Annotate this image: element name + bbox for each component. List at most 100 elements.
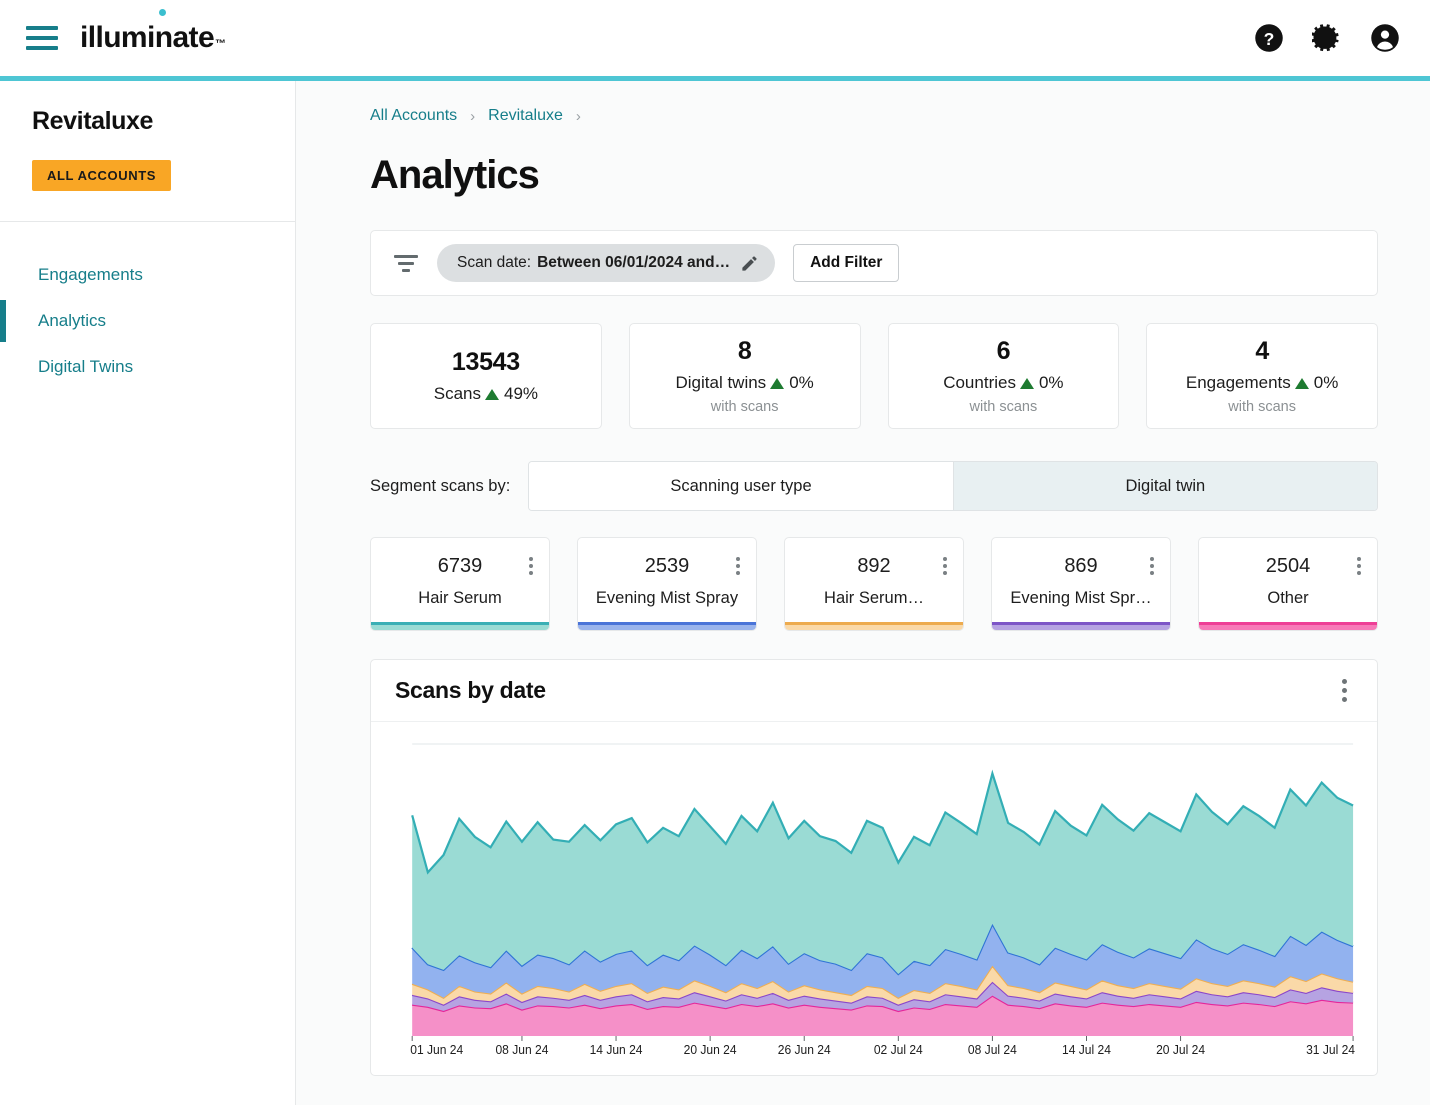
kebab-icon[interactable] [1357, 557, 1361, 575]
stat-label: Countries [943, 373, 1016, 392]
sidebar-item-analytics[interactable]: Analytics [0, 298, 295, 344]
scan-date-filter-chip[interactable]: Scan date: Between 06/01/2024 and… [437, 244, 776, 282]
sidebar-header: Revitaluxe ALL ACCOUNTS [0, 81, 295, 222]
top-bar-right: ? [1254, 23, 1400, 53]
main-content: All Accounts › Revitaluxe › Analytics Sc… [296, 81, 1430, 1105]
sidebar-item-digital-twins[interactable]: Digital Twins [0, 344, 295, 390]
x-axis-tick-label: 26 Jun 24 [778, 1043, 831, 1057]
product-label: Other [1267, 588, 1309, 607]
breadcrumb: All Accounts › Revitaluxe › [370, 107, 1378, 125]
page-title: Analytics [370, 153, 540, 197]
product-card[interactable]: 892 Hair Serum… [784, 537, 964, 631]
stat-sublabel: with scans [1228, 399, 1296, 415]
stat-card-engagements: 4 Engagements 0% with scans [1146, 323, 1378, 429]
product-label: Hair Serum [418, 588, 502, 607]
filter-chip-value: Between 06/01/2024 and… [537, 254, 731, 271]
logo-text: illuminate [80, 21, 215, 54]
stat-label: Scans [433, 384, 481, 403]
product-card-top: 6739 [371, 555, 549, 578]
hamburger-line [26, 26, 58, 30]
x-axis-tick-label: 02 Jul 24 [874, 1043, 923, 1057]
help-icon[interactable]: ? [1254, 23, 1284, 53]
breadcrumb-separator: › [470, 107, 476, 125]
stat-line: Countries 0% [943, 373, 1063, 393]
x-axis-tick-label: 31 Jul 24 [1306, 1043, 1355, 1057]
filter-line [398, 261, 414, 265]
stat-sublabel: with scans [969, 399, 1038, 415]
stat-card-countries: 6 Countries 0% with scans [887, 323, 1120, 429]
product-value: 6739 [437, 554, 483, 577]
panel-title: Scans by date [395, 677, 546, 703]
hamburger-menu-icon[interactable] [26, 25, 58, 51]
tab-scanning-user-type[interactable]: Scanning user type [529, 462, 953, 510]
scans-by-date-chart [389, 743, 1355, 1036]
product-card[interactable]: 869 Evening Mist Spr… [991, 537, 1171, 631]
breadcrumb-item-revitaluxe[interactable]: Revitaluxe [488, 107, 563, 125]
product-card[interactable]: 6739 Hair Serum [370, 537, 550, 631]
kebab-icon[interactable] [1336, 673, 1353, 708]
panel-header: Scans by date [371, 660, 1377, 722]
breadcrumb-item-all-accounts[interactable]: All Accounts [370, 107, 457, 125]
product-label: Hair Serum… [824, 588, 924, 607]
x-axis-tick-label: 20 Jul 24 [1156, 1043, 1205, 1057]
product-value: 2539 [644, 554, 690, 577]
chart-x-axis: 01 Jun 24 08 Jun 24 14 Jun 24 20 Jun 24 26 J… [410, 1036, 1355, 1057]
filter-bar: Scan date: Between 06/01/2024 and… Add F… [370, 230, 1378, 296]
product-card[interactable]: 2539 Evening Mist Spray [577, 537, 757, 631]
stat-delta: 49% [503, 384, 539, 403]
stat-value: 8 [737, 337, 752, 365]
all-accounts-badge[interactable]: ALL ACCOUNTS [32, 160, 172, 191]
stat-delta: 0% [1313, 373, 1339, 392]
product-color-bar [785, 622, 963, 630]
product-color-bar [578, 622, 756, 630]
product-card[interactable]: 2504 Other [1198, 537, 1378, 631]
top-bar: illuminate ™ ? [0, 0, 1430, 76]
segment-label: Segment scans by: [370, 476, 511, 495]
gear-icon[interactable] [1312, 23, 1342, 53]
stat-sublabel: with scans [710, 399, 779, 415]
pencil-icon[interactable] [740, 254, 759, 273]
filter-line [394, 254, 418, 258]
app-logo[interactable]: illuminate ™ [80, 9, 226, 55]
sidebar-item-label: Engagements [38, 265, 143, 284]
filter-line [402, 268, 410, 272]
kebab-icon[interactable] [943, 557, 947, 575]
trend-up-icon [770, 377, 785, 389]
stat-label: Engagements [1185, 373, 1291, 392]
product-cards: 6739 Hair Serum 2539 Evening Mist Spray [370, 537, 1378, 631]
stat-delta: 0% [789, 373, 814, 392]
product-label: Evening Mist Spr… [1010, 588, 1152, 607]
product-card-top: 2504 [1199, 555, 1377, 578]
x-axis-tick-label: 08 Jul 24 [968, 1043, 1017, 1057]
product-label: Evening Mist Spray [595, 588, 739, 607]
stat-card-scans: 13543 Scans 49% [370, 323, 602, 429]
hamburger-line [26, 36, 58, 40]
account-icon[interactable] [1370, 23, 1400, 53]
sidebar: Revitaluxe ALL ACCOUNTS Engagements Anal… [0, 81, 296, 1105]
stat-label: Digital twins [675, 373, 767, 392]
area-series [412, 773, 1354, 975]
stat-value: 4 [1255, 337, 1269, 365]
stat-line: Scans 49% [434, 384, 538, 404]
sidebar-item-engagements[interactable]: Engagements [0, 252, 295, 298]
add-filter-button[interactable]: Add Filter [793, 244, 900, 282]
sidebar-account-name: Revitaluxe [32, 107, 154, 135]
logo-trademark: ™ [215, 38, 226, 50]
tab-digital-twin[interactable]: Digital twin [952, 462, 1378, 510]
kebab-icon[interactable] [529, 557, 533, 575]
product-value: 869 [1064, 554, 1098, 577]
analytics-app: illuminate ™ ? Revitaluxe ALL ACCOUNTS E… [0, 0, 1430, 1105]
segment-control-row: Segment scans by: Scanning user type Dig… [370, 461, 1378, 511]
top-bar-left: illuminate ™ [26, 9, 226, 55]
trend-up-icon [1019, 377, 1034, 389]
chart-container: 01 Jun 24 08 Jun 24 14 Jun 24 20 Jun 24 26 J… [371, 722, 1377, 1075]
kebab-icon[interactable] [1150, 557, 1154, 575]
product-color-bar [992, 622, 1170, 630]
filter-icon[interactable] [393, 253, 419, 273]
kebab-icon[interactable] [736, 557, 740, 575]
product-color-bar [1199, 622, 1377, 630]
svg-text:?: ? [1264, 29, 1275, 49]
x-axis-tick-label: 01 Jun 24 [410, 1043, 463, 1057]
sidebar-item-label: Digital Twins [38, 357, 134, 376]
stat-delta: 0% [1038, 373, 1064, 392]
